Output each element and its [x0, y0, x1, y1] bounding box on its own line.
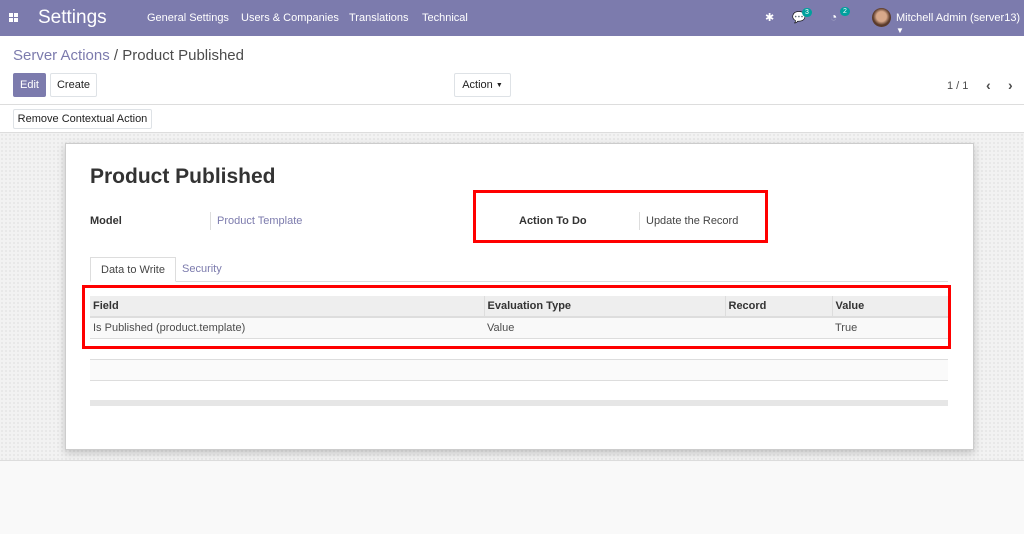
breadcrumb-separator: /: [113, 47, 119, 64]
create-button[interactable]: Create: [50, 73, 97, 97]
apps-menu-icon[interactable]: [9, 13, 18, 22]
highlight-box-table: [82, 285, 951, 349]
menu-general-settings[interactable]: General Settings: [147, 12, 229, 24]
user-name: Mitchell Admin (server13): [896, 12, 1021, 24]
user-menu[interactable]: Mitchell Admin (server13) ▼: [896, 12, 1024, 36]
action-label: Action: [462, 79, 493, 91]
edit-button[interactable]: Edit: [13, 73, 46, 97]
debug-bug-icon[interactable]: ✱: [765, 11, 774, 24]
record-title: Product Published: [90, 165, 276, 188]
menu-technical[interactable]: Technical: [422, 12, 468, 24]
pager-previous-icon[interactable]: ‹: [986, 77, 991, 93]
pager-value[interactable]: 1 / 1: [947, 80, 968, 92]
table-footer: [90, 400, 948, 406]
messages-badge: 3: [802, 8, 812, 17]
user-avatar[interactable]: [872, 8, 891, 27]
menu-translations[interactable]: Translations: [349, 12, 409, 24]
top-navbar: Settings General Settings Users & Compan…: [0, 0, 1024, 36]
menu-users-companies[interactable]: Users & Companies: [241, 12, 339, 24]
breadcrumb-server-actions[interactable]: Server Actions: [13, 47, 110, 64]
action-dropdown[interactable]: Action ▼: [454, 73, 511, 97]
breadcrumb: Server Actions / Product Published: [13, 47, 244, 64]
activities-badge: 2: [840, 7, 850, 16]
pager-next-icon[interactable]: ›: [1008, 77, 1013, 93]
remove-contextual-action-button[interactable]: Remove Contextual Action: [13, 109, 152, 129]
app-title: Settings: [38, 7, 107, 28]
model-label: Model: [90, 215, 122, 227]
messages-icon[interactable]: 💬 3: [792, 8, 812, 24]
empty-row: [90, 380, 948, 401]
highlight-box-action: [473, 190, 768, 243]
breadcrumb-current: Product Published: [122, 47, 244, 64]
caret-down-icon: ▼: [495, 81, 503, 89]
tab-data-to-write[interactable]: Data to Write: [90, 257, 176, 282]
empty-row: [90, 359, 948, 380]
model-value-link[interactable]: Product Template: [210, 212, 302, 230]
tab-security[interactable]: Security: [172, 257, 232, 282]
notebook-tabs: Data to Write Security: [90, 257, 948, 282]
activities-clock-icon[interactable]: ◔ 2: [830, 7, 850, 24]
page-bottom: [0, 461, 1024, 534]
caret-down-icon: ▼: [896, 26, 904, 35]
divider: [0, 104, 1024, 105]
